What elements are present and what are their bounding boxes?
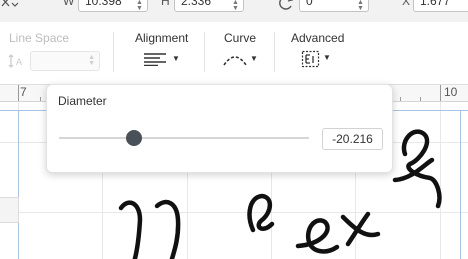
- diameter-value-input[interactable]: -20.216: [322, 128, 383, 150]
- curve-text-icon: [223, 56, 247, 66]
- line-spacing-icon: A: [8, 54, 22, 68]
- ruler-tick: [40, 97, 41, 101]
- curve-diameter-popover: Diameter -20.216: [46, 84, 393, 173]
- alignment-button[interactable]: ▼: [143, 52, 183, 70]
- height-label: H: [161, 0, 170, 8]
- width-stepper-icon[interactable]: ▲ ▼: [136, 0, 143, 12]
- rotate-icon: [279, 0, 294, 10]
- line-space-stepper-icon[interactable]: ▲ ▼: [88, 54, 95, 67]
- diameter-label: Diameter: [58, 94, 107, 108]
- flip-icon[interactable]: [0, 0, 20, 12]
- ruler-tick: [400, 97, 401, 101]
- chevron-down-icon: ▼: [323, 53, 331, 62]
- line-space-label: Line Space: [9, 31, 70, 45]
- curve-button[interactable]: ▼: [222, 51, 262, 69]
- text-toolbar: Line Space A ▲ ▼ Alignment ▼ Curve ▼ Adva…: [0, 22, 468, 85]
- diameter-slider[interactable]: [59, 130, 309, 146]
- toolbar-divider: [113, 32, 114, 72]
- toolbar-divider: [274, 32, 275, 72]
- ruler-tick: [440, 85, 441, 101]
- x-position-input[interactable]: 1.677: [413, 0, 468, 12]
- curve-label: Curve: [224, 31, 257, 45]
- chevron-down-icon: ▼: [250, 54, 258, 63]
- ruler-label: 10: [444, 85, 458, 99]
- advanced-text-icon: [301, 50, 320, 68]
- ruler-label: 7: [20, 85, 27, 99]
- object-size-bar: W 10.398 ▲ ▼ H 2.336 ▲ ▼ 0 ▲ ▼ X 1.677: [0, 0, 468, 23]
- svg-text:A: A: [16, 57, 22, 67]
- ruler-tick: [18, 85, 19, 101]
- advanced-label: Advanced: [291, 31, 345, 45]
- diameter-slider-thumb[interactable]: [126, 130, 142, 146]
- height-stepper-icon[interactable]: ▲ ▼: [232, 0, 239, 12]
- width-label: W: [63, 0, 75, 8]
- alignment-label: Alignment: [135, 31, 189, 45]
- advanced-button[interactable]: ▼: [301, 50, 337, 70]
- line-space-input[interactable]: ▲ ▼: [30, 51, 100, 71]
- align-left-icon: [144, 53, 166, 67]
- chevron-down-icon: ▼: [172, 54, 180, 63]
- rotate-stepper-icon[interactable]: ▲ ▼: [357, 0, 364, 12]
- ruler-tick: [420, 97, 421, 101]
- toolbar-divider: [204, 32, 205, 72]
- x-position-label: X: [402, 0, 411, 8]
